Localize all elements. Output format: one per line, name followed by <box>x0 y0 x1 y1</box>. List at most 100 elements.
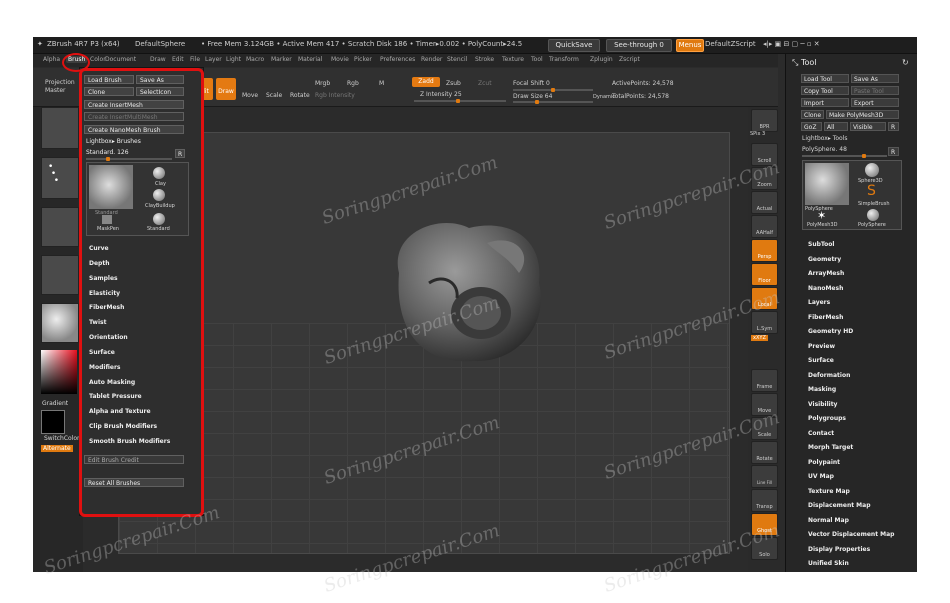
menu-edit[interactable]: Edit <box>172 56 184 63</box>
aahalf-button[interactable]: AAHalf <box>751 215 778 238</box>
zcut-button[interactable]: Zcut <box>478 80 492 87</box>
menu-stencil[interactable]: Stencil <box>447 56 467 63</box>
projection-master-button[interactable]: Projection Master <box>45 79 75 95</box>
focal-shift-slider[interactable]: Focal Shift 0 <box>513 80 550 87</box>
tool-item-geometry[interactable]: Geometry <box>808 256 841 263</box>
main-color-swatch[interactable] <box>41 410 65 434</box>
tool-item-layers[interactable]: Layers <box>808 299 830 306</box>
goz-button[interactable]: GoZ <box>801 122 822 131</box>
color-picker[interactable] <box>41 350 77 394</box>
floor-button[interactable]: Floor <box>751 263 778 286</box>
sphere3d-icon[interactable] <box>865 163 879 177</box>
tool-item-arraymesh[interactable]: ArrayMesh <box>808 270 844 277</box>
tool-item-nanomesh[interactable]: NanoMesh <box>808 285 843 292</box>
simplebrush-icon[interactable]: S <box>867 183 876 199</box>
menu-movie[interactable]: Movie <box>331 56 349 63</box>
tool-item-subtool[interactable]: SubTool <box>808 241 834 248</box>
m-button[interactable]: M <box>379 80 384 87</box>
z-intensity-track[interactable] <box>414 99 506 103</box>
actual-button[interactable]: Actual <box>751 191 778 214</box>
menu-stroke[interactable]: Stroke <box>475 56 494 63</box>
mrgb-button[interactable]: Mrgb <box>315 80 330 87</box>
z-intensity-slider[interactable]: Z Intensity 25 <box>420 91 462 98</box>
menu-layer[interactable]: Layer <box>205 56 222 63</box>
tool-item-deformation[interactable]: Deformation <box>808 372 850 379</box>
export-button[interactable]: Export <box>851 98 899 107</box>
tool-item-polygroups[interactable]: Polygroups <box>808 415 846 422</box>
rgb-button[interactable]: Rgb <box>347 80 359 87</box>
tool-r-button[interactable]: R <box>888 147 899 156</box>
tool-item-displacement-map[interactable]: Displacement Map <box>808 502 871 509</box>
alpha-thumbnail[interactable] <box>41 207 79 247</box>
visible-button[interactable]: Visible <box>850 122 886 131</box>
zsub-button[interactable]: Zsub <box>446 80 461 87</box>
polysphere-small-icon[interactable] <box>867 209 879 221</box>
tool-slider[interactable] <box>802 154 887 158</box>
gradient-label[interactable]: Gradient <box>42 400 68 407</box>
texture-thumbnail[interactable] <box>41 255 79 295</box>
polysphere-thumbnail[interactable] <box>805 163 849 205</box>
menu-macro[interactable]: Macro <box>246 56 264 63</box>
paste-tool-button[interactable]: Paste Tool <box>851 86 899 95</box>
transp-button[interactable]: Transp <box>751 489 778 512</box>
tool-item-contact[interactable]: Contact <box>808 430 834 437</box>
refresh-icon[interactable]: ↻ <box>902 58 909 67</box>
menu-tool[interactable]: Tool <box>531 56 543 63</box>
copy-tool-button[interactable]: Copy Tool <box>801 86 849 95</box>
tool-item-normal-map[interactable]: Normal Map <box>808 517 849 524</box>
tool-item-unified-skin[interactable]: Unified Skin <box>808 560 849 567</box>
tool-item-fibermesh[interactable]: FiberMesh <box>808 314 843 321</box>
current-tool-name[interactable]: PolySphere. 48 <box>802 146 847 153</box>
menu-document[interactable]: Document <box>105 56 136 63</box>
lightbox-tools-button[interactable]: Lightbox▸ Tools <box>802 135 848 142</box>
menu-texture[interactable]: Texture <box>502 56 524 63</box>
quicksave-button[interactable]: QuickSave <box>548 39 600 52</box>
menu-file[interactable]: File <box>190 56 200 63</box>
draw-size-track[interactable] <box>513 100 593 104</box>
make-polymesh3d-button[interactable]: Make PolyMesh3D <box>826 110 899 119</box>
scale-button[interactable]: Scale <box>266 92 282 99</box>
xyz-button[interactable]: xXYZ <box>751 335 768 341</box>
menus-button[interactable]: Menus <box>676 39 704 52</box>
switchcolor-button[interactable]: SwitchColor <box>44 435 80 442</box>
alternate-button[interactable]: Alternate <box>41 445 73 452</box>
save-as-tool-button[interactable]: Save As <box>851 74 899 83</box>
import-button[interactable]: Import <box>801 98 849 107</box>
tool-item-display-properties[interactable]: Display Properties <box>808 546 870 553</box>
menu-transform[interactable]: Transform <box>549 56 579 63</box>
tool-item-masking[interactable]: Masking <box>808 386 836 393</box>
menu-zplugin[interactable]: Zplugin <box>590 56 613 63</box>
menu-marker[interactable]: Marker <box>271 56 292 63</box>
menu-render[interactable]: Render <box>421 56 442 63</box>
menu-zscript[interactable]: Zscript <box>619 56 640 63</box>
material-thumbnail[interactable] <box>41 303 79 343</box>
persp-button[interactable]: Persp <box>751 239 778 262</box>
frame-button[interactable]: Frame <box>751 369 778 392</box>
default-zscript[interactable]: DefaultZScript <box>705 40 756 48</box>
all-button[interactable]: All <box>824 122 848 131</box>
see-through-slider[interactable]: See-through 0 <box>606 39 672 52</box>
polyf-button[interactable]: Line Fill PolyF <box>751 465 778 519</box>
bpr-button[interactable]: BPR <box>751 109 778 132</box>
goz-r-button[interactable]: R <box>888 122 899 131</box>
stroke-thumbnail[interactable]: • • • <box>41 157 79 199</box>
rotate-button[interactable]: Rotate <box>290 92 310 99</box>
polymesh3d-icon[interactable]: ✶ <box>817 209 826 222</box>
tool-item-visibility[interactable]: Visibility <box>808 401 837 408</box>
tool-item-surface[interactable]: Surface <box>808 357 834 364</box>
clone-tool-button[interactable]: Clone <box>801 110 824 119</box>
menu-draw[interactable]: Draw <box>150 56 166 63</box>
window-controls-icon[interactable]: ◂|▸ ▣ ⊟ ▢ ─ ▫ ✕ <box>763 40 820 48</box>
rgb-intensity-slider[interactable]: Rgb Intensity <box>315 92 355 99</box>
tool-item-uv-map[interactable]: UV Map <box>808 473 834 480</box>
rotate-view-button[interactable]: Rotate <box>751 441 778 464</box>
menu-picker[interactable]: Picker <box>354 56 372 63</box>
load-tool-button[interactable]: Load Tool <box>801 74 849 83</box>
menu-color[interactable]: Color <box>90 56 106 63</box>
tool-item-vector-displacement-map[interactable]: Vector Displacement Map <box>808 531 894 538</box>
menu-material[interactable]: Material <box>298 56 322 63</box>
focal-shift-track[interactable] <box>513 88 593 92</box>
tool-item-morph-target[interactable]: Morph Target <box>808 444 853 451</box>
tool-item-polypaint[interactable]: Polypaint <box>808 459 840 466</box>
menu-alpha[interactable]: Alpha <box>43 56 60 63</box>
